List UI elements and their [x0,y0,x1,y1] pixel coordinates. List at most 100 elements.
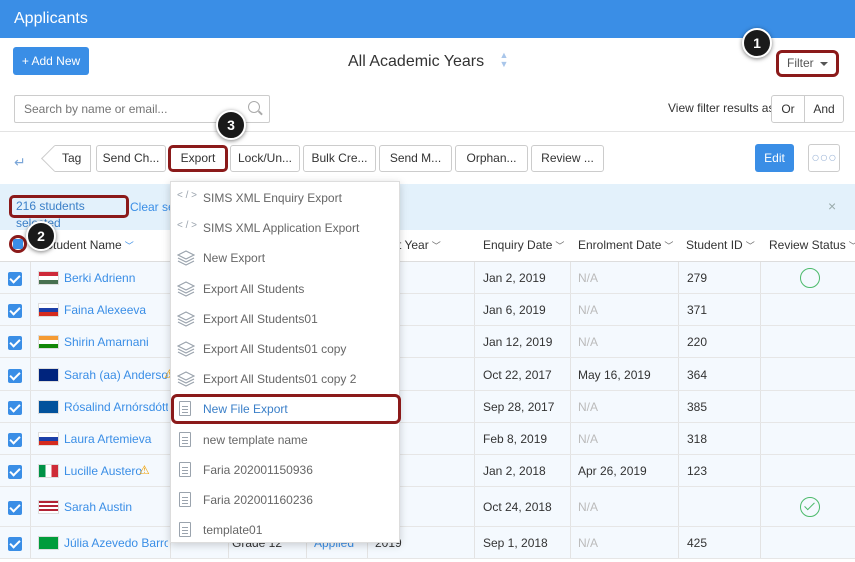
layers-icon [176,311,196,327]
student-name-link[interactable]: Júlia Azevedo Barros [64,536,168,550]
toolbar: + Add New All Academic Years ▲ ▼ Filter [0,38,855,88]
student-name-link[interactable]: Sarah (aa) Anderson [64,368,168,382]
export-menu-item-label: Export All Students01 copy [203,342,347,356]
flag-icon [38,464,59,478]
filter-button[interactable]: Filter [776,50,839,77]
row-checkbox[interactable] [8,465,22,479]
close-icon[interactable]: × [828,198,836,214]
column-enquiry-date[interactable]: Enquiry Date ﹀ [483,238,564,252]
column-student-name[interactable]: Student Name ﹀ [45,238,134,252]
table-row[interactable]: Sarah Austin Oct 24, 2018 N/A [0,487,855,527]
column-review-status[interactable]: Review Status﹀ [769,238,855,252]
student-id-cell: 123 [687,464,708,478]
review-button[interactable]: Review ... [531,145,604,172]
export-menu-item[interactable]: Export All Students01 copy [171,334,399,364]
more-options-icon[interactable]: ○○○ [808,144,840,172]
table-row[interactable]: Júlia Azevedo Barros Grade 12 Applied 2019 S… [0,527,855,559]
view-filter-label: View filter results as: [668,101,778,115]
enquiry-date-cell: Oct 22, 2017 [483,368,552,382]
flag-icon [38,303,59,317]
column-enrolment-date[interactable]: Enrolment Date ﹀ [578,238,673,252]
flag-icon [38,432,59,446]
table-row[interactable]: Rósalind Arnórsdóttir Sep 28, 2017 N/A 385 [0,391,855,423]
row-checkbox[interactable] [8,501,22,515]
chevron-down-icon: ﹀ [664,241,674,251]
export-menu-item[interactable]: template01 [171,515,399,545]
enrolment-date-cell: N/A [578,432,599,446]
flag-icon [38,368,59,382]
bulk-create-button[interactable]: Bulk Cre... [303,145,376,172]
student-id-cell: 220 [687,335,708,349]
layers-icon [176,250,196,267]
row-checkbox[interactable] [8,272,22,286]
enrolment-date-cell: N/A [578,536,599,550]
search-icon[interactable] [248,101,260,113]
table-row[interactable]: Shirin Amarnani Jan 12, 2019 N/A 220 [0,326,855,358]
row-checkbox[interactable] [8,537,22,551]
table-row[interactable]: Faina Alexeeva Jan 6, 2019 N/A 371 [0,294,855,326]
flag-icon [38,400,59,414]
export-menu-item[interactable]: < / > SIMS XML Application Export [171,213,399,243]
filter-label: Filter [787,56,814,70]
export-menu-item[interactable]: Faria 202001150936 [171,455,399,485]
clear-selection-link[interactable]: Clear se [130,200,175,214]
student-name-link[interactable]: Shirin Amarnani [64,335,168,349]
review-pending-icon [800,268,820,288]
academic-year-selector[interactable]: All Academic Years [348,53,484,71]
layers-icon [176,341,196,357]
orphan-button[interactable]: Orphan... [455,145,528,172]
student-id-cell: 279 [687,271,708,285]
year-stepper-icon[interactable]: ▲ ▼ [498,51,510,69]
export-menu-item[interactable]: Export All Students01 copy 2 [171,364,399,394]
student-name-link[interactable]: Lucille Austero [64,464,168,478]
lock-unlock-button[interactable]: Lock/Un... [230,145,300,172]
export-menu-item[interactable]: new template name [171,425,399,455]
export-menu-item-label: Faria 202001160236 [203,493,313,507]
export-menu-item[interactable]: < / > SIMS XML Enquiry Export [171,183,399,213]
row-checkbox[interactable] [8,369,22,383]
table-row[interactable]: Sarah (aa) Anderson⚠Oct 22, 2017May 16, … [0,358,855,391]
add-new-button[interactable]: + Add New [13,47,89,75]
select-all-checkbox[interactable] [9,235,27,253]
export-menu-item[interactable]: Export All Students [171,274,399,304]
send-checklist-button[interactable]: Send Ch... [96,145,166,172]
enquiry-date-cell: Jan 2, 2018 [483,464,546,478]
row-checkbox[interactable] [8,304,22,318]
document-icon [177,401,195,417]
student-id-cell: 385 [687,400,708,414]
row-checkbox[interactable] [8,336,22,350]
send-message-button[interactable]: Send M... [379,145,452,172]
export-button[interactable]: Export [168,145,228,172]
column-student-id[interactable]: Student ID ﹀ [686,238,755,252]
student-name-link[interactable]: Sarah Austin [64,500,168,514]
and-toggle[interactable]: And [804,95,844,123]
table-row[interactable]: Berki Adrienn Jan 2, 2019 N/A 279 [0,262,855,294]
row-checkbox[interactable] [8,433,22,447]
student-id-cell: 371 [687,303,708,317]
page-title: Applicants [14,10,88,27]
export-dropdown-menu: < / > SIMS XML Enquiry Export < / > SIMS XM… [170,181,401,545]
student-name-link[interactable]: Laura Artemieva [64,432,168,446]
enquiry-date-cell: Feb 8, 2019 [483,432,548,446]
or-toggle[interactable]: Or [771,95,805,123]
code-icon: < / > [177,220,198,232]
student-name-link[interactable]: Berki Adrienn [64,271,168,285]
selection-banner: 216 students selected Clear se × [0,184,855,230]
student-name-link[interactable]: Rósalind Arnórsdóttir [64,400,168,414]
document-icon [177,461,195,478]
export-menu-item[interactable]: New File Export [171,394,401,425]
export-menu-item-label: Export All Students01 [203,311,318,326]
edit-button[interactable]: Edit [755,144,794,172]
table-row[interactable]: Lucille Austero ⚠ Jan 2, 2018 Apr 26, 2019 1… [0,455,855,487]
export-menu-item[interactable]: New Export [171,243,399,273]
row-checkbox[interactable] [8,401,22,415]
table-row[interactable]: Laura Artemieva Feb 8, 2019 N/A 318 [0,423,855,455]
code-icon: < / > [177,190,198,201]
export-menu-item[interactable]: Export All Students01 [171,304,399,334]
export-menu-item[interactable]: Faria 202001160236 [171,485,399,515]
enrolment-date-cell: N/A [578,271,599,285]
flag-icon [38,536,59,550]
student-name-link[interactable]: Faina Alexeeva [64,303,168,317]
export-menu-item-label: New Export [203,251,266,266]
tag-button[interactable]: Tag [55,145,91,172]
